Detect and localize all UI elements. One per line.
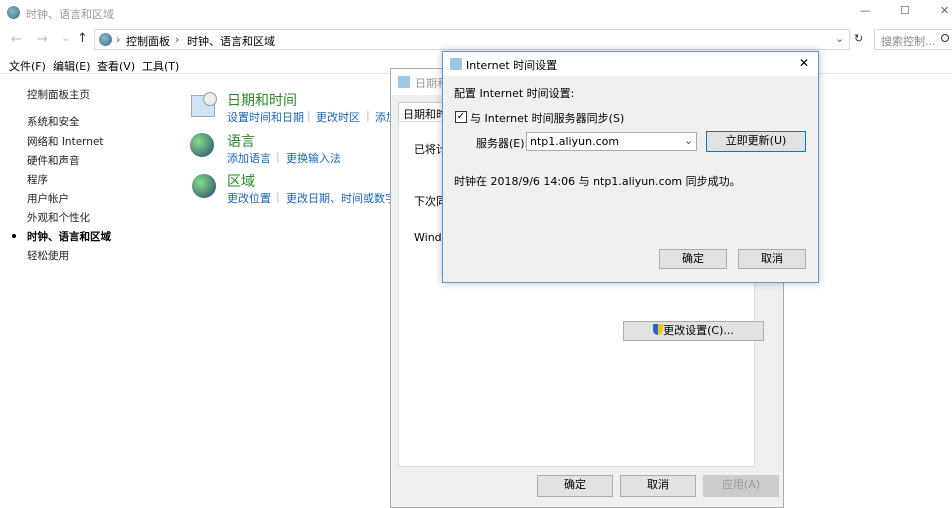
breadcrumb-separator: › [175, 33, 180, 46]
cancel-button[interactable]: 取消 [620, 475, 696, 497]
search-input[interactable]: 搜索控制... [881, 33, 936, 49]
title-bar: 时钟、语言和区域 — ☐ ✕ [0, 0, 952, 26]
divider: | [307, 109, 311, 122]
category-title-language[interactable]: 语言 [227, 131, 255, 151]
close-button[interactable]: ✕ [799, 56, 809, 70]
settings-heading: 配置 Internet 时间设置: [454, 87, 575, 100]
server-label: 服务器(E): [476, 137, 529, 150]
address-bar[interactable]: › 控制面板 › 时钟、语言和区域 ⌄ [94, 29, 850, 50]
refresh-button[interactable]: ↻ [854, 32, 863, 45]
search-icon [941, 34, 949, 42]
internet-time-dialog: Internet 时间设置 ✕ 配置 Internet 时间设置: ✓ 与 In… [442, 51, 819, 283]
breadcrumb-control-panel[interactable]: 控制面板 [126, 33, 170, 49]
update-now-button[interactable]: 立即更新(U) [706, 131, 806, 152]
address-dropdown[interactable]: ⌄ [835, 32, 844, 45]
ok-button[interactable]: 确定 [659, 249, 727, 269]
sync-label[interactable]: 与 Internet 时间服务器同步(S) [470, 110, 624, 126]
control-panel-icon [7, 6, 20, 19]
link-change-input[interactable]: 更换输入法 [286, 150, 341, 166]
link-change-formats[interactable]: 更改日期、时间或数字格式 [286, 190, 391, 206]
cancel-button[interactable]: 取消 [738, 249, 806, 269]
maximize-button[interactable]: ☐ [900, 4, 910, 17]
sidebar-item-clock-region[interactable]: 时钟、语言和区域 [27, 229, 111, 244]
sidebar-item-ease-of-access[interactable]: 轻松使用 [27, 248, 69, 263]
sidebar-home[interactable]: 控制面板主页 [27, 87, 90, 102]
link-change-timezone[interactable]: 更改时区 [316, 109, 360, 125]
menu-edit[interactable]: 编辑(E) [53, 58, 91, 74]
back-button[interactable]: ← [11, 32, 22, 47]
window-title: 时钟、语言和区域 [26, 8, 114, 21]
recent-locations-button[interactable]: ⌄ [61, 31, 70, 44]
menu-tools[interactable]: 工具(T) [142, 58, 179, 74]
sync-checkbox[interactable]: ✓ [455, 111, 467, 123]
sidebar-item-network[interactable]: 网络和 Internet [27, 134, 104, 149]
divider: | [366, 109, 370, 122]
active-bullet [12, 234, 16, 238]
language-globe-icon [190, 133, 214, 157]
category-title-datetime[interactable]: 日期和时间 [227, 90, 297, 110]
dialog-titlebar: Internet 时间设置 ✕ [443, 52, 818, 76]
server-value: ntp1.aliyun.com [530, 135, 620, 148]
datetime-icon [450, 58, 462, 70]
sidebar-item-system-security[interactable]: 系统和安全 [27, 114, 80, 129]
sidebar-item-hardware[interactable]: 硬件和声音 [27, 153, 80, 168]
server-combobox[interactable]: ntp1.aliyun.com ⌄ [526, 132, 697, 151]
dialog-title: Internet 时间设置 [466, 59, 558, 72]
button-label: 更改设置(C)... [663, 324, 734, 337]
sync-status: 时钟在 2018/9/6 14:06 与 ntp1.aliyun.com 同步成… [454, 175, 741, 188]
link-change-location[interactable]: 更改位置 [227, 190, 271, 206]
datetime-icon [398, 76, 410, 88]
minimize-button[interactable]: — [860, 4, 871, 17]
breadcrumb-separator: › [116, 33, 121, 46]
control-panel-icon [99, 33, 112, 46]
breadcrumb-current[interactable]: 时钟、语言和区域 [187, 33, 275, 49]
link-add-clock[interactable]: 添加 [375, 109, 391, 125]
menu-view[interactable]: 查看(V) [97, 58, 135, 74]
search-box[interactable]: 搜索控制... [874, 29, 952, 50]
menu-file[interactable]: 文件(F) [9, 58, 46, 74]
region-globe-icon [192, 174, 216, 198]
chevron-down-icon: ⌄ [684, 134, 694, 147]
forward-button[interactable]: → [37, 32, 48, 47]
apply-button[interactable]: 应用(A) [703, 475, 779, 497]
change-settings-button[interactable]: 更改设置(C)... [623, 321, 764, 341]
link-add-language[interactable]: 添加语言 [227, 150, 271, 166]
sidebar-item-programs[interactable]: 程序 [27, 172, 48, 187]
clock-face [203, 92, 217, 106]
divider: | [276, 190, 280, 203]
tab-label: 日期和时 [403, 108, 447, 121]
sidebar-item-accounts[interactable]: 用户帐户 [27, 191, 69, 206]
divider: | [276, 150, 280, 163]
ok-button[interactable]: 确定 [537, 475, 613, 497]
uac-shield-icon [653, 324, 664, 335]
category-title-region[interactable]: 区域 [227, 171, 255, 191]
close-button[interactable]: ✕ [940, 4, 949, 17]
up-button[interactable]: ↑ [77, 31, 88, 46]
sidebar-item-appearance[interactable]: 外观和个性化 [27, 210, 90, 225]
link-set-time[interactable]: 设置时间和日期 [227, 109, 304, 125]
